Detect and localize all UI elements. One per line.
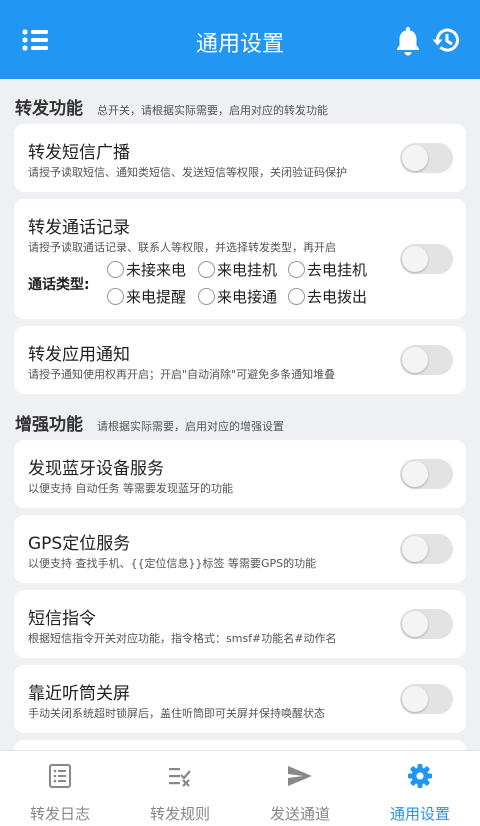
tab-label: 通用设置 <box>389 805 450 823</box>
section-title: 增强功能 <box>15 415 83 435</box>
sms-command-card: 短信指令 根据短信指令开关对应功能，指令格式：smsf#功能名#动作名 <box>14 590 466 658</box>
tab-forward-log[interactable]: 转发日志 <box>0 751 120 826</box>
forward-app-notify-toggle[interactable] <box>400 345 453 375</box>
setting-title: GPS定位服务 <box>28 534 131 554</box>
section-subtitle: 请根据实际需要，启用对应的增强设置 <box>97 420 284 433</box>
setting-desc: 手动关闭系统超时锁屏后，盖住听筒即可关屏并保持唤醒状态 <box>28 707 325 720</box>
call-type-option[interactable]: 未接来电 <box>107 259 186 280</box>
log-icon <box>49 764 71 788</box>
radio-button[interactable] <box>107 261 124 278</box>
proximity-card: 靠近听筒关屏 手动关闭系统超时锁屏后，盖住听筒即可关屏并保持唤醒状态 <box>14 665 466 733</box>
gps-card: GPS定位服务 以便支持 查找手机、{{定位信息}}标签 等需要GPS的功能 <box>14 515 466 583</box>
setting-desc: 以便支持 查找手机、{{定位信息}}标签 等需要GPS的功能 <box>28 557 317 570</box>
send-icon <box>288 766 312 786</box>
section-subtitle: 总开关，请根据实际需要，启用对应的转发功能 <box>97 104 328 117</box>
forward-sms-toggle[interactable] <box>400 143 453 173</box>
setting-desc: 请授予读取通话记录、联系人等权限，并选择转发类型，再开启 <box>28 241 336 254</box>
setting-title: 转发短信广播 <box>28 143 130 163</box>
setting-title: 发现蓝牙设备服务 <box>28 459 164 479</box>
forward-sms-card: 转发短信广播 请授予读取短信、通知类短信、发送短信等权限，关闭验证码保护 <box>14 124 466 192</box>
settings-list[interactable]: 转发功能 总开关，请根据实际需要，启用对应的转发功能 转发短信广播 请授予读取短… <box>0 79 480 750</box>
radio-button[interactable] <box>288 288 305 305</box>
forward-calls-toggle[interactable] <box>400 244 453 274</box>
bell-icon[interactable] <box>392 24 424 56</box>
tab-label: 发送通道 <box>269 805 330 823</box>
tab-general-settings[interactable]: 通用设置 <box>360 751 480 826</box>
setting-desc: 请授予通知使用权再开启；开启"自动消除"可避免多条通知堆叠 <box>28 368 336 381</box>
setting-title: 转发通话记录 <box>28 218 130 238</box>
bottom-nav: 转发日志 转发规则 发送通道 通用设置 <box>0 750 480 826</box>
bluetooth-toggle[interactable] <box>400 459 453 489</box>
section-header-forward: 转发功能 总开关，请根据实际需要，启用对应的转发功能 <box>15 94 328 119</box>
tab-label: 转发规则 <box>149 805 210 823</box>
radio-button[interactable] <box>198 288 215 305</box>
section-title: 转发功能 <box>15 99 83 119</box>
setting-desc: 请授予读取短信、通知类短信、发送短信等权限，关闭验证码保护 <box>28 166 347 179</box>
forward-app-notify-card: 转发应用通知 请授予通知使用权再开启；开启"自动消除"可避免多条通知堆叠 <box>14 326 466 394</box>
history-icon[interactable] <box>430 24 462 56</box>
proximity-toggle[interactable] <box>400 684 453 714</box>
rules-icon <box>169 768 191 787</box>
setting-title: 短信指令 <box>28 609 96 629</box>
call-type-option[interactable]: 来电提醒 <box>107 286 186 307</box>
forward-calls-card: 转发通话记录 请授予读取通话记录、联系人等权限，并选择转发类型，再开启 通话类型… <box>14 199 466 319</box>
setting-title: 转发应用通知 <box>28 345 130 365</box>
next-setting-card <box>14 740 466 750</box>
call-type-option[interactable]: 去电挂机 <box>288 259 367 280</box>
call-type-label: 通话类型: <box>28 277 90 293</box>
radio-button[interactable] <box>107 288 124 305</box>
radio-button[interactable] <box>288 261 305 278</box>
call-type-option[interactable]: 来电接通 <box>198 286 277 307</box>
gear-icon <box>408 764 432 788</box>
tab-label: 转发日志 <box>29 805 90 823</box>
setting-desc: 以便支持 自动任务 等需要发现蓝牙的功能 <box>28 482 233 495</box>
section-header-enhance: 增强功能 请根据实际需要，启用对应的增强设置 <box>15 410 284 435</box>
bluetooth-card: 发现蓝牙设备服务 以便支持 自动任务 等需要发现蓝牙的功能 <box>14 440 466 508</box>
call-type-option[interactable]: 来电挂机 <box>198 259 277 280</box>
radio-button[interactable] <box>198 261 215 278</box>
call-type-option[interactable]: 去电拨出 <box>288 286 367 307</box>
app-bar: 通用设置 <box>0 0 480 79</box>
setting-title: 靠近听筒关屏 <box>28 684 130 704</box>
sms-command-toggle[interactable] <box>400 609 453 639</box>
setting-desc: 根据短信指令开关对应功能，指令格式：smsf#功能名#动作名 <box>28 632 337 645</box>
tab-forward-rules[interactable]: 转发规则 <box>120 751 240 826</box>
tab-send-channel[interactable]: 发送通道 <box>240 751 360 826</box>
gps-toggle[interactable] <box>400 534 453 564</box>
